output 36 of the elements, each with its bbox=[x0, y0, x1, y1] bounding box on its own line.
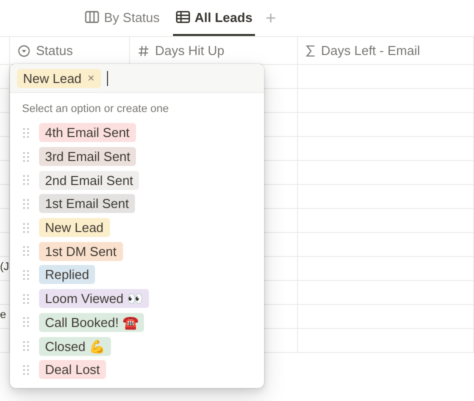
status-option[interactable]: Deal Lost bbox=[39, 360, 106, 380]
drag-handle-icon[interactable] bbox=[23, 175, 29, 186]
drag-handle-icon[interactable] bbox=[23, 294, 29, 304]
column-header[interactable]: Days Left - Email bbox=[298, 37, 474, 65]
drag-handle-icon[interactable] bbox=[23, 152, 29, 162]
status-option[interactable]: 3rd Email Sent bbox=[39, 147, 136, 166]
drag-handle-icon[interactable] bbox=[23, 364, 29, 375]
board-icon bbox=[85, 11, 99, 23]
drag-handle-icon[interactable] bbox=[23, 270, 29, 280]
drag-handle-icon[interactable] bbox=[23, 246, 29, 256]
status-option[interactable]: Closed 💪 bbox=[39, 336, 112, 356]
tag-input-field[interactable]: New Lead × bbox=[10, 64, 264, 93]
sigma-icon bbox=[306, 44, 315, 56]
drag-handle-icon[interactable] bbox=[23, 222, 29, 233]
drag-handle-icon[interactable] bbox=[23, 198, 29, 209]
drag-handle-icon[interactable] bbox=[23, 317, 29, 328]
text-cursor bbox=[106, 70, 108, 86]
status-option[interactable]: 1st DM Sent bbox=[39, 242, 123, 261]
status-option[interactable]: Replied bbox=[39, 265, 96, 284]
view-tab[interactable]: By Status bbox=[82, 0, 163, 36]
drag-handle-icon[interactable] bbox=[23, 341, 29, 352]
status-option[interactable]: New Lead bbox=[39, 218, 110, 238]
dropdown-circle-icon bbox=[18, 44, 30, 56]
view-tab[interactable]: All Leads bbox=[172, 0, 256, 36]
status-option[interactable]: Call Booked! ☎ bbox=[39, 312, 144, 332]
status-option[interactable]: 2nd Email Sent bbox=[39, 170, 140, 190]
dropdown-hint: Select an option or create one bbox=[22, 103, 169, 115]
selected-tag: New Lead × bbox=[17, 68, 101, 88]
status-option[interactable]: Loom Viewed 👀 bbox=[39, 289, 150, 308]
drag-handle-icon[interactable] bbox=[23, 128, 29, 138]
table-cell-text: e bbox=[0, 308, 6, 321]
hash-icon bbox=[138, 44, 149, 56]
status-option[interactable]: 1st Email Sent bbox=[39, 194, 135, 214]
status-option[interactable]: 4th Email Sent bbox=[39, 123, 136, 142]
table-cell-text: (J bbox=[0, 260, 10, 273]
table-icon bbox=[176, 11, 190, 23]
